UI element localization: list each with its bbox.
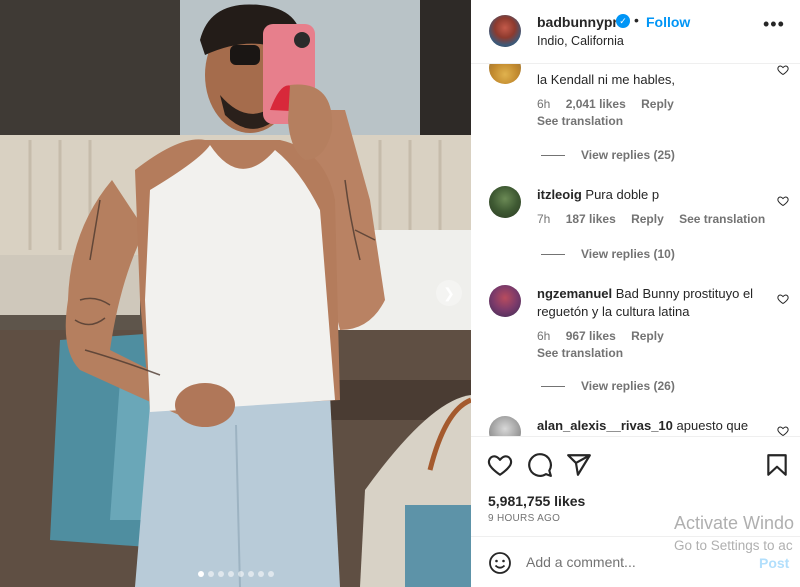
carousel-indicator [0,571,471,577]
reply-button[interactable]: Reply [631,329,664,343]
post-timestamp[interactable]: 9 HOURS AGO [488,513,560,524]
comment-like-icon[interactable] [777,64,789,76]
carousel-dot [257,571,264,577]
comment-avatar[interactable] [489,186,521,218]
heart-icon[interactable] [487,452,513,478]
carousel-next-button[interactable]: ❯ [436,280,462,306]
see-translation-link[interactable]: See translation [537,346,623,360]
comment-icon[interactable] [527,452,553,478]
comment-like-icon[interactable] [777,293,789,305]
comment-text: la Kendall ni me hables, [537,71,769,89]
windows-activation-hint: Go to Settings to ac [674,538,793,553]
more-options-icon[interactable]: ••• [763,14,785,35]
comment-likes[interactable]: 187 likes [566,212,616,226]
follow-button[interactable]: Follow [646,14,690,30]
comment-avatar[interactable] [489,64,521,84]
comment-time: 6h [537,329,551,343]
comment-text: alan_alexis__rivas_10 apuesto que [537,417,769,435]
author-username[interactable]: badbunnypr [537,14,618,30]
comment-text: itzleoig Pura doble p [537,186,769,204]
like-count[interactable]: 5,981,755 likes [488,493,585,509]
carousel-dot [237,571,244,577]
comment-avatar[interactable] [489,416,521,436]
reply-button[interactable]: Reply [641,97,674,111]
see-translation-link[interactable]: See translation [679,212,765,226]
post-header: badbunnypr ✓ • Follow Indio, California … [471,0,800,64]
carousel-dot [247,571,254,577]
comment-username[interactable]: itzleoig [537,187,582,202]
comment-meta: 6h 967 likes Reply [537,329,676,343]
comment-text: ngzemanuel Bad Bunny prostituyo el regue… [537,285,769,321]
separator-dot: • [634,12,639,28]
comment-meta: 7h 187 likes Reply See translation [537,212,777,226]
reply-button[interactable]: Reply [631,212,664,226]
comment-username[interactable]: alan_alexis__rivas_10 [537,418,673,433]
comment-likes[interactable]: 967 likes [566,329,616,343]
share-icon[interactable] [566,452,592,478]
verified-badge-icon: ✓ [616,14,630,28]
see-translation-link[interactable]: See translation [537,114,623,128]
comment-body: Pura doble p [585,187,660,202]
view-replies-button[interactable]: View replies (25) [541,148,675,162]
emoji-icon[interactable] [488,551,512,575]
bookmark-icon[interactable] [764,452,790,478]
carousel-dot [207,571,214,577]
comment-meta: 6h 2,041 likes Reply [537,97,686,111]
post-comment-button[interactable]: Post [759,555,789,571]
comment-time: 7h [537,212,551,226]
post-image [0,0,471,587]
comment-time: 6h [537,97,551,111]
view-replies-button[interactable]: View replies (10) [541,247,675,261]
view-replies-button[interactable]: View replies (26) [541,379,675,393]
windows-activation-watermark: Activate Windo [674,513,795,533]
comment-like-icon[interactable] [777,425,789,436]
carousel-dot [197,571,204,577]
carousel-dot [227,571,234,577]
comment-body: la Kendall ni me hables, [537,72,676,87]
carousel-dot [267,571,274,577]
comment-list[interactable]: la Kendall ni me hables, 6h 2,041 likes … [471,64,800,436]
comment-avatar[interactable] [489,285,521,317]
comment-likes[interactable]: 2,041 likes [566,97,626,111]
comment-username[interactable]: ngzemanuel [537,286,612,301]
comment-body: apuesto que [676,418,749,433]
comment-like-icon[interactable] [777,195,789,207]
post-location[interactable]: Indio, California [537,34,624,48]
post-photo: ❯ [0,0,471,587]
carousel-dot [217,571,224,577]
author-avatar[interactable] [489,15,521,47]
post-sidebar: badbunnypr ✓ • Follow Indio, California … [471,0,800,587]
comment-input[interactable] [526,551,746,573]
